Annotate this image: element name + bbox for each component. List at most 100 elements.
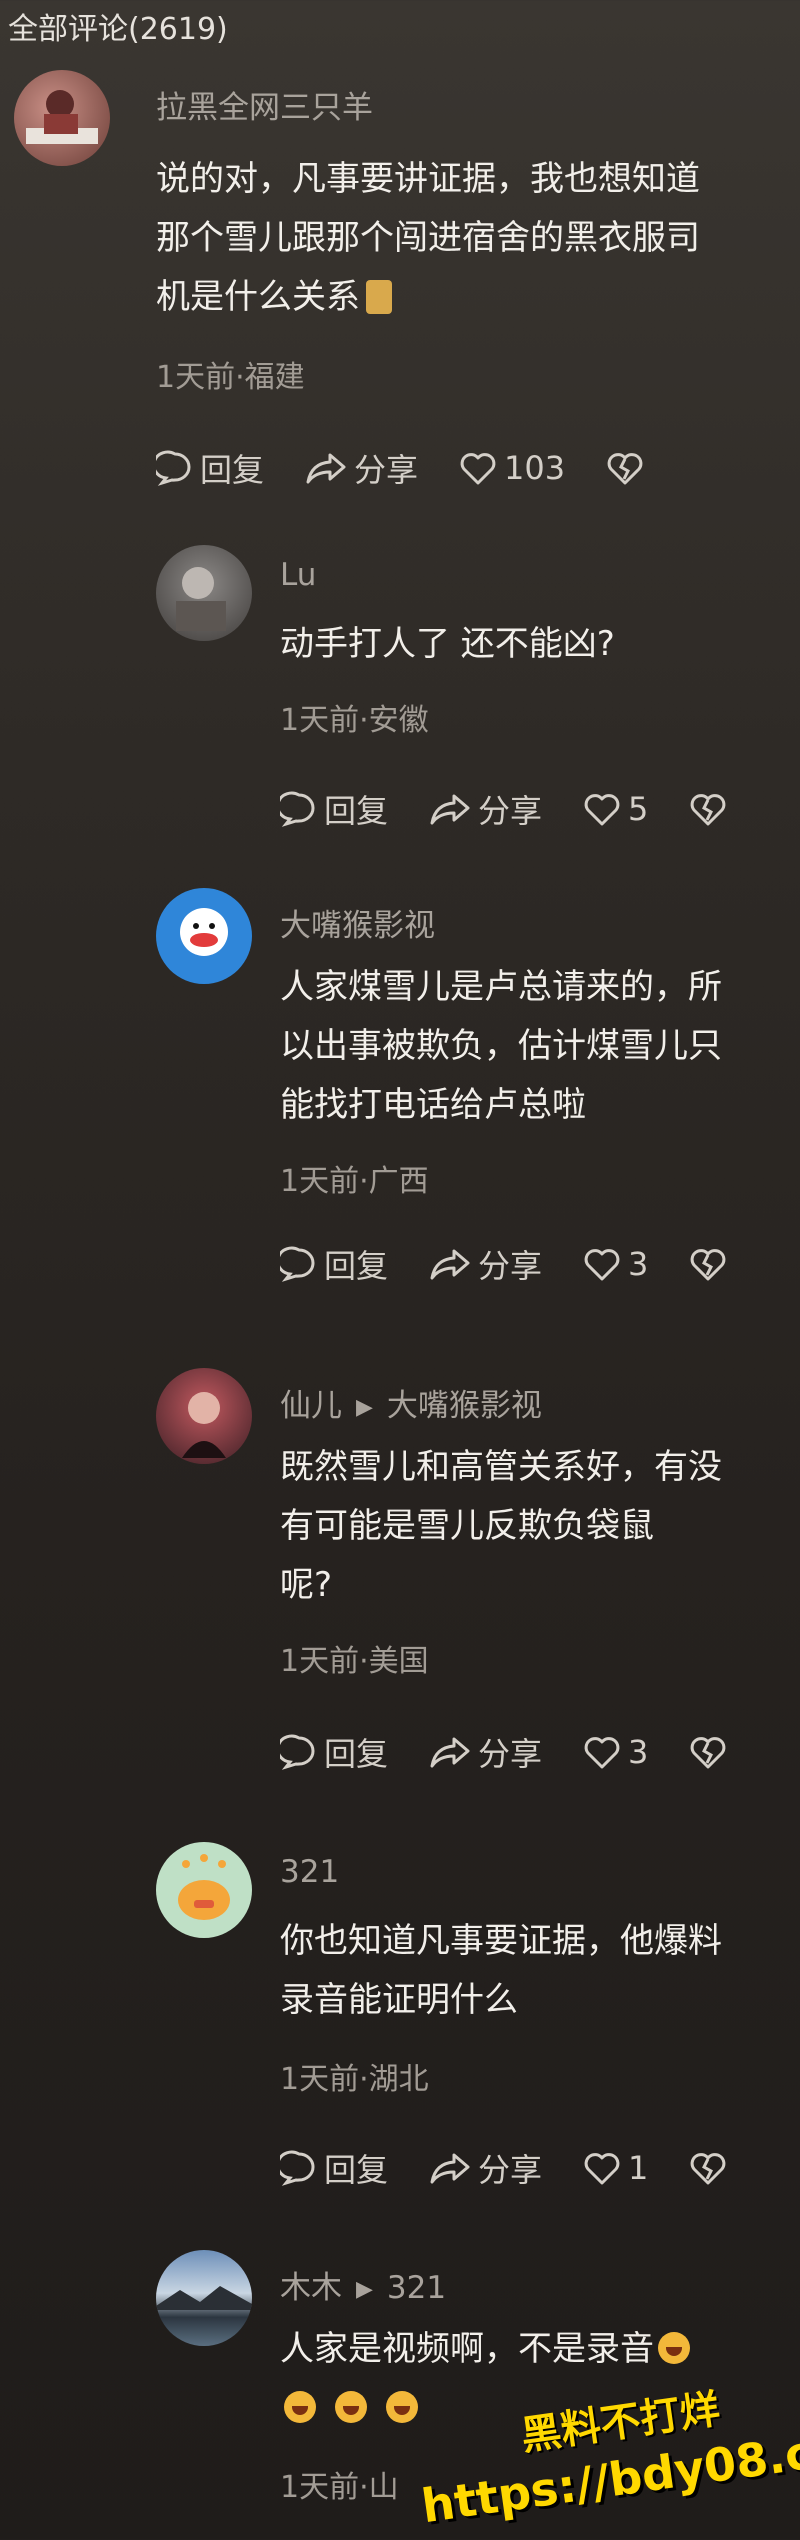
reply-icon <box>280 2150 315 2186</box>
dislike-button[interactable] <box>688 2149 734 2187</box>
reply-label: 回复 <box>324 1735 389 1773</box>
comment-meta: 1天前·广西 <box>280 1164 429 1199</box>
comment-line: 录音能证明什么 <box>280 1980 518 2020</box>
like-count: 5 <box>628 790 649 828</box>
reply-label: 回复 <box>324 1247 389 1285</box>
comment-line: 说的对，凡事要讲证据，我也想知道 <box>156 159 700 199</box>
share-icon <box>430 2153 470 2184</box>
comment-author[interactable]: 拉黑全网三只羊 <box>156 82 373 127</box>
avatar[interactable] <box>156 545 252 641</box>
comment-author[interactable]: Lu <box>280 557 316 593</box>
reply-icon <box>280 1246 315 1282</box>
avatar[interactable] <box>156 2250 252 2346</box>
share-label: 分享 <box>478 1735 543 1773</box>
share-label: 分享 <box>478 1247 543 1285</box>
comment-line-text: 人家是视频啊，不是录音 <box>280 2329 654 2369</box>
share-button[interactable]: 分享 <box>428 1729 542 1775</box>
heart-icon <box>460 453 496 485</box>
share-icon <box>306 453 346 484</box>
comment-line: 既然雪儿和高管关系好，有没 <box>280 1447 722 1487</box>
share-button[interactable]: 分享 <box>304 445 418 491</box>
broken-heart-icon <box>607 453 643 485</box>
reply-arrow-icon: ▶ <box>356 2277 373 2302</box>
laughing-crying-emoji-icon <box>385 2391 418 2423</box>
share-button[interactable]: 分享 <box>428 2145 542 2191</box>
comment-meta: 1天前·美国 <box>280 1644 429 1679</box>
comment-actions: 回复 分享 3 <box>280 1242 774 1286</box>
comment-author[interactable]: 321 <box>280 1854 339 1890</box>
comment-text: 既然雪儿和高管关系好，有没 有可能是雪儿反欺负袋鼠 呢? <box>280 1438 780 1615</box>
like-button[interactable]: 3 <box>582 1733 648 1771</box>
like-button[interactable]: 103 <box>458 449 565 487</box>
share-label: 分享 <box>478 792 543 830</box>
reply-target[interactable]: 321 <box>387 2270 446 2306</box>
comment-author: 仙儿 ▶ 大嘴猴影视 <box>280 1380 542 1425</box>
comment-actions: 回复 分享 3 <box>280 1730 774 1774</box>
reply-label: 回复 <box>324 2151 389 2189</box>
comment-text: 说的对，凡事要讲证据，我也想知道 那个雪儿跟那个闯进宿舍的黑衣服司 机是什么关系 <box>156 150 776 327</box>
comment-meta: 1天前·安徽 <box>280 703 429 738</box>
reply-button[interactable]: 回复 <box>156 445 264 491</box>
author-name[interactable]: 仙儿 <box>280 1388 342 1424</box>
share-button[interactable]: 分享 <box>428 1241 542 1287</box>
dislike-button[interactable] <box>605 449 651 487</box>
comment-line: 那个雪儿跟那个闯进宿舍的黑衣服司 <box>156 218 700 258</box>
like-button[interactable]: 1 <box>582 2149 648 2187</box>
broken-heart-icon <box>691 794 726 826</box>
share-icon <box>430 1737 470 1768</box>
avatar[interactable] <box>156 888 252 984</box>
like-count: 3 <box>628 1733 649 1771</box>
comment-line: 机是什么关系 <box>156 268 776 327</box>
laughing-crying-emoji-icon <box>334 2391 367 2423</box>
comments-header: 全部评论(2619) <box>8 12 228 47</box>
broken-heart-icon <box>691 2153 726 2185</box>
laughing-crying-emoji-icon <box>284 2391 316 2423</box>
reply-target[interactable]: 大嘴猴影视 <box>387 1388 542 1424</box>
comment-line: 呢? <box>280 1565 333 1605</box>
reply-button[interactable]: 回复 <box>280 786 388 832</box>
comment-meta: 1天前·福建 <box>156 360 305 395</box>
share-button[interactable]: 分享 <box>428 786 542 832</box>
reply-button[interactable]: 回复 <box>280 1729 388 1775</box>
reply-icon <box>280 1734 315 1770</box>
dislike-button[interactable] <box>688 1245 734 1283</box>
comment-line: 你也知道凡事要证据，他爆料 <box>280 1921 722 1961</box>
like-button[interactable]: 3 <box>582 1245 648 1283</box>
comment-line-text: 机是什么关系 <box>156 277 360 317</box>
comment-meta: 1天前·湖北 <box>280 2062 429 2097</box>
dislike-button[interactable] <box>688 1733 734 1771</box>
comment-text: 动手打人了 还不能凶? <box>280 615 780 674</box>
comment-line: 人家是视频啊，不是录音 <box>280 2320 780 2379</box>
comment-text: 你也知道凡事要证据，他爆料 录音能证明什么 <box>280 1912 780 2030</box>
comment-line: 有可能是雪儿反欺负袋鼠 <box>280 1506 654 1546</box>
author-name[interactable]: 木木 <box>280 2270 342 2306</box>
comment-line: 以出事被欺负，估计煤雪儿只 <box>280 1026 722 1066</box>
share-label: 分享 <box>478 2151 543 2189</box>
reply-label: 回复 <box>324 792 389 830</box>
avatar[interactable] <box>14 70 110 166</box>
avatar[interactable] <box>156 1842 252 1938</box>
comment-author: 木木 ▶ 321 <box>280 2262 446 2307</box>
heart-icon <box>584 794 620 826</box>
like-count: 1 <box>628 2149 649 2187</box>
share-icon <box>430 1249 470 1280</box>
reply-button[interactable]: 回复 <box>280 2145 388 2191</box>
like-count: 103 <box>504 449 566 487</box>
comment-author[interactable]: 大嘴猴影视 <box>280 900 435 945</box>
dislike-button[interactable] <box>688 790 734 828</box>
heart-icon <box>584 2153 620 2185</box>
share-label: 分享 <box>354 451 419 489</box>
reply-icon <box>156 450 191 486</box>
share-icon <box>430 794 470 825</box>
reply-arrow-icon: ▶ <box>356 1395 373 1420</box>
like-button[interactable]: 5 <box>582 790 648 828</box>
comment-text: 人家煤雪儿是卢总请来的，所 以出事被欺负，估计煤雪儿只 能找打电话给卢总啦 <box>280 958 780 1135</box>
reply-button[interactable]: 回复 <box>280 1241 388 1287</box>
laughing-crying-emoji-icon <box>658 2332 690 2364</box>
avatar[interactable] <box>156 1368 252 1464</box>
comment-actions: 回复 分享 5 <box>280 787 774 831</box>
heart-icon <box>584 1737 620 1769</box>
reply-icon <box>280 791 315 827</box>
comment-actions: 回复 分享 103 <box>156 446 691 490</box>
comment-line: 人家煤雪儿是卢总请来的，所 <box>280 967 722 1007</box>
